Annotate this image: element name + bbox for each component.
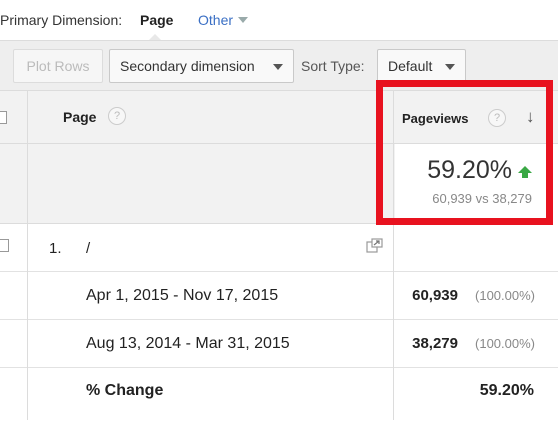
column-divider: [27, 90, 28, 420]
secondary-dimension-label: Secondary dimension: [120, 58, 255, 74]
open-external-icon[interactable]: [366, 238, 383, 253]
sort-type-label: Sort Type:: [301, 58, 365, 74]
plot-rows-button[interactable]: Plot Rows: [13, 49, 103, 83]
date-range-label: Aug 13, 2014 - Mar 31, 2015: [86, 335, 290, 352]
table-row: % Change 59.20%: [0, 368, 558, 414]
chevron-down-icon[interactable]: [238, 17, 248, 23]
pageviews-value: 38,279: [412, 335, 458, 352]
select-all-checkbox[interactable]: [0, 111, 7, 124]
row-page-link[interactable]: /: [86, 240, 90, 257]
chevron-down-icon: [445, 64, 455, 70]
dimension-other-link[interactable]: Other: [198, 12, 233, 28]
dimension-page-tab[interactable]: Page: [140, 12, 173, 28]
table-row: Aug 13, 2014 - Mar 31, 2015 38,279 (100.…: [0, 320, 558, 368]
table-row: Apr 1, 2015 - Nov 17, 2015 60,939 (100.0…: [0, 272, 558, 320]
row-number: 1.: [49, 240, 62, 257]
pageviews-percent: (100.00%): [475, 288, 535, 303]
table-row: 1. /: [0, 224, 558, 272]
help-circle-icon[interactable]: ?: [108, 107, 126, 125]
highlight-box: [376, 80, 553, 225]
row-checkbox[interactable]: [0, 239, 9, 252]
sort-type-dropdown[interactable]: Default: [377, 49, 466, 83]
secondary-dimension-dropdown[interactable]: Secondary dimension: [109, 49, 294, 83]
date-range-label: Apr 1, 2015 - Nov 17, 2015: [86, 287, 279, 304]
pageviews-value: 60,939: [412, 287, 458, 304]
pageviews-percent: (100.00%): [475, 336, 535, 351]
primary-dimension-bar: Primary Dimension: Page Other: [0, 0, 558, 40]
percent-change-label: % Change: [86, 382, 164, 399]
column-header-page[interactable]: Page: [63, 109, 96, 125]
sort-type-value: Default: [388, 58, 433, 74]
chevron-down-icon: [273, 64, 283, 70]
primary-dimension-label: Primary Dimension:: [0, 12, 123, 28]
percent-change-value: 59.20%: [479, 382, 534, 399]
